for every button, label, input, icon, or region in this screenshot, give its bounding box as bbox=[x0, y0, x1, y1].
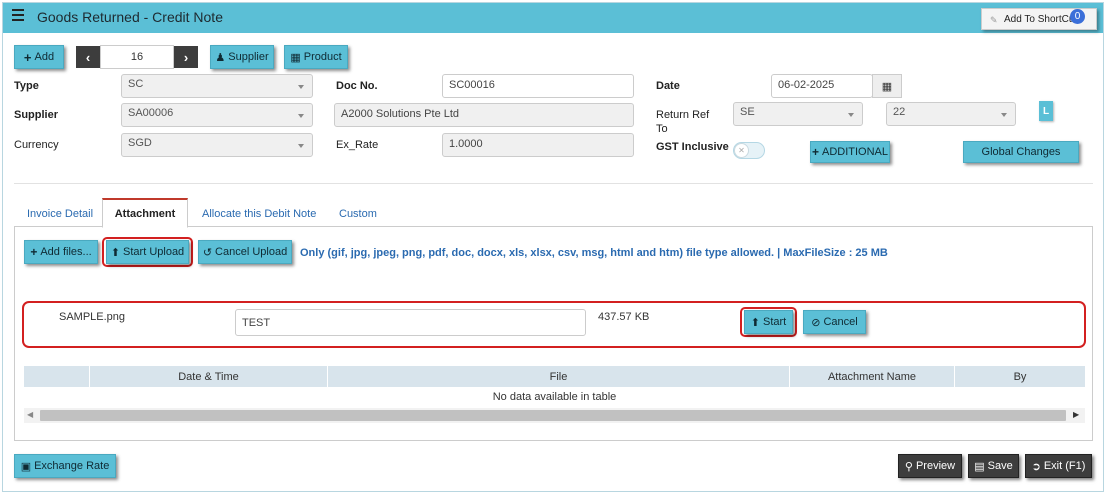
floppy-icon: ▤ bbox=[974, 460, 985, 473]
date-input[interactable]: 06-02-2025 bbox=[771, 74, 873, 98]
file-name: SAMPLE.png bbox=[59, 311, 126, 323]
supplier-button[interactable]: ♟ Supplier bbox=[210, 45, 274, 69]
returnref-select[interactable]: SE bbox=[733, 102, 863, 126]
docno-input[interactable]: SC00016 bbox=[442, 74, 634, 98]
additional-button[interactable]: + ADDITIONAL bbox=[810, 141, 890, 163]
previous-record-button[interactable]: ‹ bbox=[76, 46, 100, 68]
tab-allocate-debit-note[interactable]: Allocate this Debit Note bbox=[202, 208, 316, 220]
tab-invoice-detail[interactable]: Invoice Detail bbox=[27, 208, 93, 220]
chevron-left-icon: ‹ bbox=[85, 49, 91, 65]
table-empty-message: No data available in table bbox=[492, 391, 617, 403]
returnref-number-select[interactable]: 22 bbox=[886, 102, 1016, 126]
file-size: 437.57 KB bbox=[598, 311, 650, 323]
page-title: Goods Returned - Credit Note bbox=[37, 9, 223, 25]
date-label: Date bbox=[656, 80, 680, 92]
money-icon: ▣ bbox=[20, 460, 32, 473]
start-upload-button[interactable]: ⬆ Start Upload bbox=[106, 240, 189, 264]
scrollbar-thumb[interactable] bbox=[40, 410, 1066, 421]
record-number-input[interactable]: 16 bbox=[100, 45, 174, 69]
cancel-button[interactable]: ⊘ Cancel bbox=[803, 310, 866, 334]
next-record-button[interactable]: › bbox=[174, 46, 198, 68]
tab-custom[interactable]: Custom bbox=[339, 208, 377, 220]
file-type-info: Only (gif, jpg, jpeg, png, pdf, doc, doc… bbox=[300, 247, 888, 259]
currency-select[interactable]: SGD bbox=[121, 133, 313, 157]
type-label: Type bbox=[14, 80, 39, 92]
upload-icon: ⬆ bbox=[110, 246, 121, 259]
column-header-file[interactable]: File bbox=[328, 366, 790, 387]
plus-icon: + bbox=[30, 245, 38, 259]
type-select[interactable]: SC bbox=[121, 74, 313, 98]
save-button[interactable]: ▤ Save bbox=[968, 454, 1019, 478]
currency-label: Currency bbox=[14, 139, 59, 151]
scroll-right-icon[interactable]: ▶ bbox=[1073, 410, 1079, 419]
add-button[interactable]: + Add bbox=[14, 45, 64, 69]
plus-icon: + bbox=[23, 49, 32, 65]
section-divider bbox=[14, 183, 1093, 184]
chevron-right-icon: › bbox=[183, 49, 189, 65]
caret-down-icon bbox=[298, 114, 304, 118]
calendar-icon[interactable]: ▦ bbox=[872, 74, 902, 98]
l-button[interactable]: L bbox=[1039, 101, 1053, 121]
attachments-table-header: Date & Time File Attachment Name By bbox=[24, 366, 1085, 387]
upload-icon: ⬆ bbox=[750, 316, 760, 329]
caret-down-icon bbox=[848, 113, 854, 117]
exit-button[interactable]: ➲ Exit (F1) bbox=[1025, 454, 1092, 478]
preview-button[interactable]: ⚲ Preview bbox=[898, 454, 962, 478]
column-header-blank bbox=[24, 366, 90, 387]
cancel-icon: ⊘ bbox=[811, 316, 821, 329]
supplier-name-field: A2000 Solutions Pte Ltd bbox=[334, 103, 634, 127]
exrate-input[interactable]: 1.0000 bbox=[442, 133, 634, 157]
caret-down-icon bbox=[1001, 113, 1007, 117]
column-header-by[interactable]: By bbox=[955, 366, 1085, 387]
scroll-left-icon[interactable]: ◀ bbox=[27, 410, 33, 419]
docno-label: Doc No. bbox=[336, 80, 378, 92]
exchange-rate-button[interactable]: ▣ Exchange Rate bbox=[14, 454, 116, 478]
plus-icon: + bbox=[811, 145, 819, 159]
toggle-off-icon: ✕ bbox=[734, 143, 749, 158]
cancel-upload-button[interactable]: ↺ Cancel Upload bbox=[198, 240, 292, 264]
caret-down-icon bbox=[298, 85, 304, 89]
caret-down-icon bbox=[298, 144, 304, 148]
user-icon: ♟ bbox=[215, 51, 226, 64]
exrate-label: Ex_Rate bbox=[336, 139, 379, 151]
shortcut-count-badge: 0 bbox=[1070, 9, 1085, 24]
gst-inclusive-label: GST Inclusive bbox=[656, 141, 729, 153]
column-header-datetime[interactable]: Date & Time bbox=[90, 366, 328, 387]
search-icon: ⚲ bbox=[904, 460, 913, 473]
supplier-code-select[interactable]: SA00006 bbox=[121, 103, 313, 127]
hamburger-menu-icon[interactable] bbox=[12, 9, 24, 21]
add-files-button[interactable]: + Add files... bbox=[24, 240, 98, 264]
start-button[interactable]: ⬆ Start bbox=[744, 310, 793, 334]
global-changes-button[interactable]: Global Changes bbox=[963, 141, 1079, 163]
supplier-label: Supplier bbox=[14, 109, 59, 121]
exit-icon: ➲ bbox=[1031, 460, 1041, 473]
returnref-label: Return Ref To bbox=[656, 109, 710, 135]
tab-attachment[interactable]: Attachment bbox=[102, 198, 188, 228]
file-description-input[interactable]: TEST bbox=[235, 309, 586, 336]
undo-icon: ↺ bbox=[202, 246, 213, 259]
gift-icon: ▦ bbox=[290, 51, 301, 64]
pin-icon: ✎ bbox=[990, 15, 998, 25]
product-button[interactable]: ▦ Product bbox=[284, 45, 348, 69]
column-header-attachment-name[interactable]: Attachment Name bbox=[790, 366, 955, 387]
